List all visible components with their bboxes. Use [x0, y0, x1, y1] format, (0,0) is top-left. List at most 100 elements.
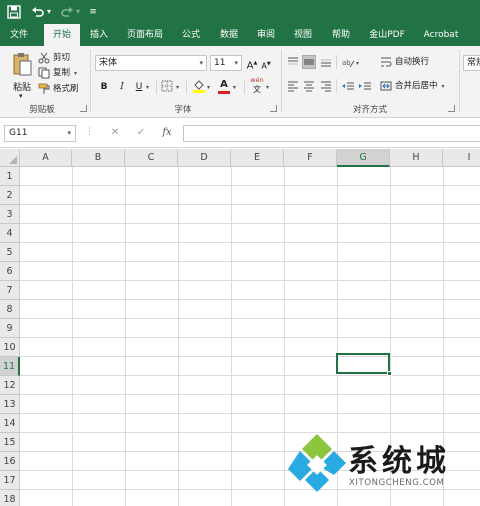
- undo-dropdown-icon[interactable]: ▾: [45, 4, 53, 20]
- divider: [186, 80, 187, 94]
- undo-icon[interactable]: [31, 4, 45, 20]
- column-header-f[interactable]: F: [284, 149, 337, 167]
- row-header-6[interactable]: 6: [0, 262, 20, 281]
- row-header-3[interactable]: 3: [0, 205, 20, 224]
- font-color-button[interactable]: A: [217, 78, 231, 94]
- tab-page-layout[interactable]: 页面布局: [120, 24, 170, 46]
- increase-indent-button[interactable]: [358, 79, 372, 93]
- font-launcher-icon[interactable]: [270, 105, 277, 112]
- cancel-icon[interactable]: ✕: [108, 126, 122, 140]
- borders-button[interactable]: [160, 80, 174, 94]
- wrap-text-icon: [381, 57, 392, 66]
- tab-insert[interactable]: 插入: [84, 24, 114, 46]
- name-box[interactable]: G11 ▾: [4, 125, 76, 142]
- column-header-e[interactable]: E: [231, 149, 284, 167]
- paste-dropdown-icon[interactable]: ▾: [19, 92, 23, 100]
- align-top-button[interactable]: [286, 55, 300, 69]
- copy-dropdown-icon[interactable]: ▾: [74, 70, 77, 77]
- column-header-h[interactable]: H: [390, 149, 443, 167]
- row-header-9[interactable]: 9: [0, 319, 20, 338]
- formula-input[interactable]: [183, 125, 480, 142]
- align-bottom-button[interactable]: [319, 55, 333, 69]
- merge-dropdown-icon[interactable]: ▾: [442, 83, 445, 90]
- font-name-select[interactable]: 宋体 ▾: [95, 55, 207, 71]
- row-header-11[interactable]: 11: [0, 357, 20, 376]
- tab-data[interactable]: 数据: [214, 24, 244, 46]
- decrease-font-size-button[interactable]: A▼: [259, 57, 273, 71]
- clipboard-launcher-icon[interactable]: [80, 105, 87, 112]
- save-icon[interactable]: [6, 4, 22, 20]
- column-header-b[interactable]: B: [72, 149, 125, 167]
- row-header-4[interactable]: 4: [0, 224, 20, 243]
- italic-button[interactable]: I: [115, 80, 129, 94]
- tab-review[interactable]: 审阅: [251, 24, 281, 46]
- decrease-indent-button[interactable]: [341, 79, 355, 93]
- tab-formulas[interactable]: 公式: [176, 24, 206, 46]
- decrease-indent-icon: [342, 82, 354, 90]
- tab-kingsoft-pdf[interactable]: 金山PDF: [363, 24, 411, 46]
- orientation-button[interactable]: ab: [341, 55, 355, 69]
- fill-color-button[interactable]: [192, 79, 206, 93]
- row-header-5[interactable]: 5: [0, 243, 20, 262]
- font-color-dropdown-icon[interactable]: ▾: [233, 84, 236, 91]
- tab-acrobat[interactable]: Acrobat: [418, 24, 464, 46]
- column-header-i[interactable]: I: [443, 149, 480, 167]
- alignment-launcher-icon[interactable]: [448, 105, 455, 112]
- copy-button[interactable]: 复制 ▾: [38, 66, 77, 80]
- insert-function-icon[interactable]: fx: [160, 126, 174, 140]
- row-header-15[interactable]: 15: [0, 433, 20, 452]
- chevron-down-icon: ▾: [199, 59, 203, 67]
- row-header-12[interactable]: 12: [0, 376, 20, 395]
- alignment-group-label: 对齐方式: [352, 105, 387, 115]
- row-header-13[interactable]: 13: [0, 395, 20, 414]
- row-header-1[interactable]: 1: [0, 167, 20, 186]
- align-right-button[interactable]: [319, 79, 333, 93]
- row-header-7[interactable]: 7: [0, 281, 20, 300]
- row-header-8[interactable]: 8: [0, 300, 20, 319]
- cut-button[interactable]: 剪切: [38, 51, 70, 65]
- tab-view[interactable]: 视图: [288, 24, 318, 46]
- scissors-icon: [38, 52, 50, 63]
- increase-font-size-button[interactable]: A▲: [245, 56, 259, 71]
- row-header-10[interactable]: 10: [0, 338, 20, 357]
- orientation-dropdown-icon[interactable]: ▾: [356, 60, 359, 67]
- splitter-handle-icon[interactable]: ⋮: [85, 127, 94, 137]
- redo-dropdown-icon[interactable]: ▾: [74, 4, 82, 20]
- merge-center-button[interactable]: 合并后居中 ▾: [380, 79, 445, 93]
- align-left-button[interactable]: [286, 79, 300, 93]
- align-middle-button[interactable]: [302, 55, 316, 69]
- tab-help[interactable]: 帮助: [326, 24, 356, 46]
- column-header-g[interactable]: G: [337, 149, 390, 167]
- fill-color-dropdown-icon[interactable]: ▾: [207, 84, 210, 91]
- column-header-a[interactable]: A: [20, 149, 72, 167]
- fill-handle[interactable]: [387, 371, 392, 376]
- enter-icon[interactable]: ✓: [134, 126, 148, 140]
- active-cell-g11[interactable]: [336, 353, 390, 374]
- format-painter-button[interactable]: 格式刷: [38, 82, 79, 96]
- column-header-d[interactable]: D: [178, 149, 231, 167]
- text-orientation-icon: ab: [342, 59, 355, 68]
- align-center-button[interactable]: [302, 79, 316, 93]
- underline-button[interactable]: U: [132, 80, 146, 94]
- redo-icon[interactable]: [60, 4, 74, 20]
- font-size-select[interactable]: 11 ▾: [210, 55, 242, 71]
- underline-dropdown-icon[interactable]: ▾: [146, 84, 149, 91]
- paste-button[interactable]: 粘贴 ▾: [8, 50, 36, 100]
- phonetic-dropdown-icon[interactable]: ▾: [266, 84, 269, 91]
- number-format-select[interactable]: 常规: [463, 55, 480, 71]
- row-header-18[interactable]: 18: [0, 490, 20, 506]
- select-all-button[interactable]: [0, 149, 20, 167]
- tab-file[interactable]: 文件: [4, 24, 34, 46]
- wrap-text-button[interactable]: 自动换行: [380, 55, 429, 69]
- row-header-14[interactable]: 14: [0, 414, 20, 433]
- customize-quick-access-icon[interactable]: ≡: [88, 4, 98, 20]
- bold-button[interactable]: B: [97, 80, 111, 94]
- column-header-c[interactable]: C: [125, 149, 178, 167]
- row-header-16[interactable]: 16: [0, 452, 20, 471]
- row-header-2[interactable]: 2: [0, 186, 20, 205]
- tab-home[interactable]: 开始: [44, 24, 80, 46]
- borders-dropdown-icon[interactable]: ▾: [176, 84, 179, 91]
- row-header-17[interactable]: 17: [0, 471, 20, 490]
- cut-label: 剪切: [53, 53, 71, 63]
- phonetic-guide-button[interactable]: wén 文: [248, 76, 266, 94]
